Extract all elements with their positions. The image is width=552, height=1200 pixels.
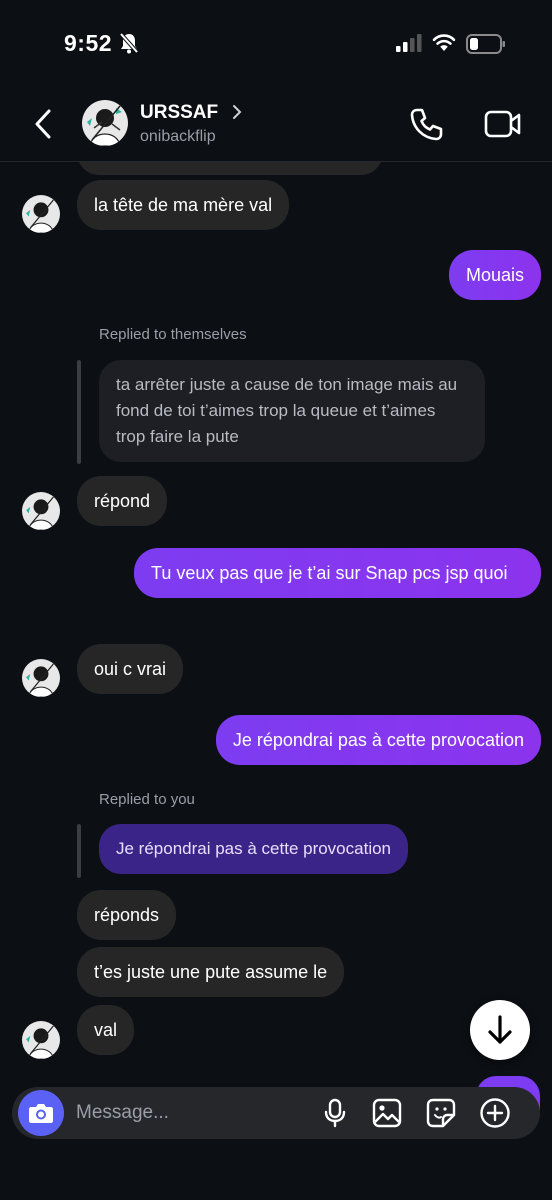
message-received[interactable]: répond: [77, 476, 168, 526]
message-received[interactable]: la tête de ma mère val: [77, 180, 290, 230]
camera-icon: [29, 1104, 53, 1123]
reply-bar: [77, 360, 81, 464]
message-thread[interactable]: la tête de ma mère val Mouais Replied to…: [0, 162, 552, 1077]
back-button[interactable]: [28, 106, 58, 142]
sender-avatar[interactable]: [22, 195, 60, 233]
status-time: 9:52: [64, 30, 113, 56]
chat-header: URSSAF onibackflip: [0, 90, 552, 162]
message-received[interactable]: t’es juste une pute assume le: [77, 947, 345, 997]
message-sent[interactable]: Je répondrai pas à cette provocation: [215, 715, 541, 765]
battery-icon: [466, 34, 505, 54]
microphone-button[interactable]: [318, 1096, 352, 1130]
status-bar: 9:52: [0, 0, 552, 90]
gallery-button[interactable]: [370, 1096, 404, 1130]
microphone-icon: [324, 1098, 346, 1128]
message-received[interactable]: val: [77, 1005, 135, 1055]
arrow-down-icon: [488, 1015, 512, 1044]
reply-bar: [77, 824, 81, 878]
quoted-message[interactable]: Je répondrai pas à cette provocation: [99, 824, 409, 874]
audio-call-button[interactable]: [406, 104, 446, 144]
quoted-message[interactable]: ta arrêter juste a cause de ton image ma…: [99, 360, 485, 462]
bell-slash-icon: [119, 32, 139, 54]
contact-avatar[interactable]: [82, 100, 128, 146]
wifi-icon: [432, 34, 456, 51]
message-sent[interactable]: Tu veux pas que je t’ai sur Snap pcs jsp…: [134, 548, 541, 598]
reply-context-label: Replied to you: [99, 791, 195, 808]
reply-context-label: Replied to themselves: [99, 326, 247, 343]
sender-avatar[interactable]: [22, 492, 60, 530]
cellular-signal-icon: [396, 34, 422, 52]
sticker-icon: [426, 1098, 456, 1128]
contact-name[interactable]: URSSAF: [140, 102, 218, 124]
back-chevron-icon: [35, 109, 51, 139]
partial-message-bubble: [77, 162, 383, 175]
image-icon: [372, 1098, 402, 1128]
message-received[interactable]: réponds: [77, 890, 177, 940]
scroll-to-bottom-button[interactable]: [470, 1000, 530, 1060]
message-received[interactable]: oui c vrai: [77, 644, 184, 694]
video-camera-icon: [484, 110, 521, 138]
video-call-button[interactable]: [482, 104, 524, 144]
plus-icon: [480, 1098, 510, 1128]
avatar-image: [82, 100, 128, 146]
camera-button[interactable]: [18, 1090, 64, 1136]
chevron-right-icon[interactable]: [231, 103, 243, 121]
contact-username[interactable]: onibackflip: [140, 128, 216, 146]
message-composer: [12, 1087, 540, 1139]
message-input[interactable]: [76, 1099, 306, 1127]
sticker-button[interactable]: [424, 1096, 458, 1130]
phone-icon: [410, 108, 443, 141]
sender-avatar[interactable]: [22, 659, 60, 697]
more-options-button[interactable]: [478, 1096, 512, 1130]
sender-avatar[interactable]: [22, 1021, 60, 1059]
message-sent[interactable]: Mouais: [448, 250, 541, 300]
